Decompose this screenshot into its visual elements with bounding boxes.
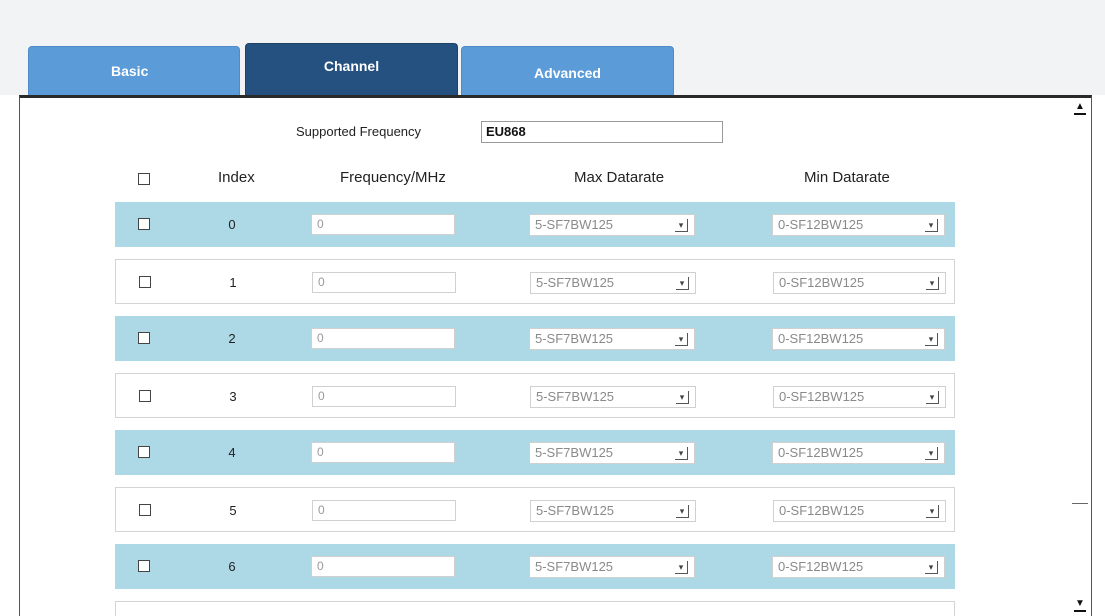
row-index: 5 bbox=[229, 503, 237, 518]
min-datarate-value: 0-SF12BW125 bbox=[779, 389, 865, 404]
row-checkbox[interactable] bbox=[138, 560, 150, 572]
min-datarate-select[interactable]: 0-SF12BW125 ▾ bbox=[773, 500, 946, 522]
table-row: 4 0 5-SF7BW125 ▾ 0-SF12BW125 ▾ bbox=[115, 430, 955, 475]
row-checkbox[interactable] bbox=[139, 504, 151, 516]
min-datarate-select[interactable]: 0-SF12BW125 ▾ bbox=[772, 442, 945, 464]
row-index: 2 bbox=[228, 331, 236, 346]
row-checkbox[interactable] bbox=[139, 390, 151, 402]
table-row: 0 0 5-SF7BW125 ▾ 0-SF12BW125 ▾ bbox=[115, 202, 955, 247]
row-checkbox[interactable] bbox=[139, 276, 151, 288]
supported-frequency-field[interactable]: EU868 bbox=[481, 121, 723, 143]
scroll-up-icon[interactable]: ▲ bbox=[1074, 101, 1086, 115]
row-index: 1 bbox=[229, 275, 237, 290]
frequency-input[interactable]: 0 bbox=[311, 328, 455, 349]
chevron-down-icon[interactable]: ▾ bbox=[675, 219, 688, 232]
max-datarate-value: 5-SF7BW125 bbox=[535, 331, 614, 346]
min-datarate-value: 0-SF12BW125 bbox=[778, 559, 864, 574]
chevron-down-icon[interactable]: ▾ bbox=[926, 391, 939, 404]
row-index: 0 bbox=[228, 217, 236, 232]
max-datarate-value: 5-SF7BW125 bbox=[536, 503, 615, 518]
row-index: 6 bbox=[228, 559, 236, 574]
frequency-input[interactable]: 0 bbox=[312, 272, 456, 293]
max-datarate-select[interactable]: 5-SF7BW125 ▾ bbox=[530, 272, 696, 294]
table-row: 6 0 5-SF7BW125 ▾ 0-SF12BW125 ▾ bbox=[115, 544, 955, 589]
max-datarate-select[interactable]: 5-SF7BW125 ▾ bbox=[530, 386, 696, 408]
chevron-down-icon[interactable]: ▾ bbox=[925, 447, 938, 460]
table-row: 3 0 5-SF7BW125 ▾ 0-SF12BW125 ▾ bbox=[115, 373, 955, 418]
header-index: Index bbox=[218, 169, 255, 186]
max-datarate-select[interactable]: 5-SF7BW125 ▾ bbox=[530, 500, 696, 522]
max-datarate-value: 5-SF7BW125 bbox=[535, 217, 614, 232]
row-index: 3 bbox=[229, 389, 237, 404]
chevron-down-icon[interactable]: ▾ bbox=[925, 561, 938, 574]
table-row: 5 0 5-SF7BW125 ▾ 0-SF12BW125 ▾ bbox=[115, 487, 955, 532]
chevron-down-icon[interactable]: ▾ bbox=[675, 447, 688, 460]
frequency-input[interactable]: 0 bbox=[312, 500, 456, 521]
chevron-down-icon[interactable]: ▾ bbox=[676, 277, 689, 290]
tab-advanced[interactable]: Advanced bbox=[461, 46, 674, 95]
chevron-down-icon[interactable]: ▾ bbox=[926, 277, 939, 290]
min-datarate-value: 0-SF12BW125 bbox=[778, 331, 864, 346]
tab-channel[interactable]: Channel bbox=[245, 43, 458, 95]
chevron-down-icon[interactable]: ▾ bbox=[676, 505, 689, 518]
select-all-checkbox[interactable] bbox=[138, 173, 150, 185]
max-datarate-value: 5-SF7BW125 bbox=[536, 275, 615, 290]
header-max-datarate: Max Datarate bbox=[574, 169, 665, 186]
row-checkbox[interactable] bbox=[138, 446, 150, 458]
chevron-down-icon[interactable]: ▾ bbox=[676, 391, 689, 404]
frequency-input[interactable]: 0 bbox=[311, 556, 455, 577]
frequency-input[interactable]: 0 bbox=[312, 386, 456, 407]
chevron-down-icon[interactable]: ▾ bbox=[925, 333, 938, 346]
max-datarate-select[interactable]: 5-SF7BW125 ▾ bbox=[529, 556, 695, 578]
table-row: 1 0 5-SF7BW125 ▾ 0-SF12BW125 ▾ bbox=[115, 259, 955, 304]
row-index: 4 bbox=[228, 445, 236, 460]
max-datarate-value: 5-SF7BW125 bbox=[535, 559, 614, 574]
scroll-thumb[interactable] bbox=[1072, 118, 1088, 504]
frequency-input[interactable]: 0 bbox=[311, 214, 455, 235]
min-datarate-select[interactable]: 0-SF12BW125 ▾ bbox=[772, 328, 945, 350]
row-checkbox[interactable] bbox=[138, 218, 150, 230]
header-min-datarate: Min Datarate bbox=[804, 169, 890, 186]
supported-frequency-label: Supported Frequency bbox=[296, 124, 422, 139]
min-datarate-value: 0-SF12BW125 bbox=[778, 445, 864, 460]
min-datarate-value: 0-SF12BW125 bbox=[778, 217, 864, 232]
scrollbar[interactable]: ▲ ▼ bbox=[1071, 98, 1090, 616]
chevron-down-icon[interactable]: ▾ bbox=[925, 219, 938, 232]
max-datarate-select[interactable]: 5-SF7BW125 ▾ bbox=[529, 328, 695, 350]
chevron-down-icon[interactable]: ▾ bbox=[926, 505, 939, 518]
min-datarate-select[interactable]: 0-SF12BW125 ▾ bbox=[773, 386, 946, 408]
min-datarate-select[interactable]: 0-SF12BW125 ▾ bbox=[772, 556, 945, 578]
max-datarate-value: 5-SF7BW125 bbox=[536, 389, 615, 404]
table-row bbox=[115, 601, 955, 616]
min-datarate-value: 0-SF12BW125 bbox=[779, 503, 865, 518]
max-datarate-select[interactable]: 5-SF7BW125 ▾ bbox=[529, 214, 695, 236]
header-frequency: Frequency/MHz bbox=[340, 169, 446, 186]
chevron-down-icon[interactable]: ▾ bbox=[675, 333, 688, 346]
table-row: 2 0 5-SF7BW125 ▾ 0-SF12BW125 ▾ bbox=[115, 316, 955, 361]
min-datarate-select[interactable]: 0-SF12BW125 ▾ bbox=[772, 214, 945, 236]
max-datarate-select[interactable]: 5-SF7BW125 ▾ bbox=[529, 442, 695, 464]
max-datarate-value: 5-SF7BW125 bbox=[535, 445, 614, 460]
chevron-down-icon[interactable]: ▾ bbox=[675, 561, 688, 574]
min-datarate-select[interactable]: 0-SF12BW125 ▾ bbox=[773, 272, 946, 294]
tab-basic[interactable]: Basic bbox=[28, 46, 240, 95]
scroll-down-icon[interactable]: ▼ bbox=[1074, 598, 1086, 612]
min-datarate-value: 0-SF12BW125 bbox=[779, 275, 865, 290]
row-checkbox[interactable] bbox=[138, 332, 150, 344]
frequency-input[interactable]: 0 bbox=[311, 442, 455, 463]
